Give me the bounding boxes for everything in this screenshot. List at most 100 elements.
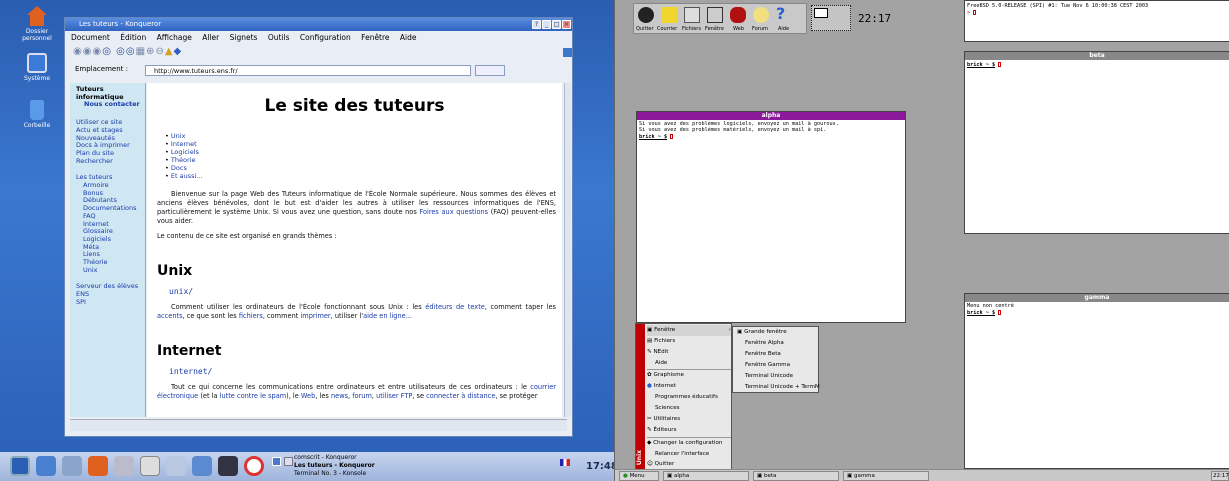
quit-icon[interactable] [638, 7, 654, 23]
submenu-item[interactable]: Fenêtre Beta [745, 349, 781, 360]
forward-icon[interactable]: ◉ [83, 46, 93, 57]
theme-link[interactable]: Théorie [165, 156, 562, 165]
menu-configuration[interactable]: Configuration [300, 33, 351, 42]
menu-item-relancer[interactable]: Relancer l'interface [647, 449, 731, 460]
window-titlebar[interactable]: Les tuteurs - Konqueror [65, 18, 572, 31]
zoom-out-icon[interactable]: ⊖ [155, 46, 164, 57]
menu-item-aide[interactable]: Aide [647, 358, 731, 369]
close-button[interactable]: × [562, 20, 571, 29]
submenu-item[interactable]: Terminal Unicode + TermM [745, 382, 820, 393]
network-icon[interactable] [192, 456, 212, 476]
terminal-icon[interactable] [218, 456, 238, 476]
task-item-active[interactable]: Les tuteurs - Konqueror [294, 462, 494, 470]
menu-signets[interactable]: Signets [230, 33, 258, 42]
help-icon[interactable] [244, 456, 264, 476]
task-gamma[interactable]: ▣ gamma [843, 471, 929, 481]
sidebar-link[interactable]: Rechercher [70, 157, 145, 166]
minimize-button[interactable]: _ [542, 20, 551, 29]
mail-icon[interactable] [166, 456, 186, 476]
pager-window[interactable] [814, 8, 828, 18]
sidebar-link[interactable]: Documentations [70, 204, 145, 213]
link[interactable]: utiliser FTP [376, 392, 412, 400]
lock-icon[interactable]: ▲ [165, 46, 174, 57]
kde-menu-icon[interactable] [10, 456, 30, 476]
desktop-icon-trash[interactable]: Corbeille [12, 100, 62, 129]
menu-outils[interactable]: Outils [268, 33, 290, 42]
submenu-item[interactable]: Fenêtre Alpha [745, 338, 784, 349]
theme-link[interactable]: Docs [165, 164, 562, 173]
files-icon[interactable] [684, 7, 700, 23]
link[interactable]: imprimer [300, 312, 330, 320]
task-item[interactable]: comscrit - Konqueror [294, 454, 494, 462]
reload-icon[interactable]: ◎ [102, 46, 112, 57]
link[interactable]: aide en ligne... [363, 312, 412, 320]
mail-icon[interactable] [661, 7, 677, 23]
theme-link[interactable]: Logiciels [165, 148, 562, 157]
submenu-item[interactable]: ▣ Grande fenêtre [737, 327, 787, 338]
pager-desktop-2[interactable] [284, 457, 293, 466]
news-icon[interactable] [140, 456, 160, 476]
menu-item-nedit[interactable]: ✎ NEdit [647, 347, 731, 358]
theme-link[interactable]: Internet [165, 140, 562, 149]
window-icon[interactable] [707, 7, 723, 23]
link[interactable]: news [331, 392, 348, 400]
sidebar-link[interactable]: Méta [70, 243, 145, 252]
menu-button[interactable]: ● Menu [619, 471, 659, 481]
terminal-gamma[interactable]: gamma Menu non centré brick ~ $ [964, 293, 1229, 469]
menu-item-graphisme[interactable]: ✿ Graphisme [647, 370, 731, 381]
menu-item-fenetre[interactable]: ▣ Fenêtre › [647, 325, 731, 336]
go-button[interactable] [475, 65, 505, 76]
unix-path-link[interactable]: unix/ [169, 287, 562, 296]
url-input[interactable]: http://www.tuteurs.ens.fr/ [145, 65, 471, 76]
terminal-top[interactable]: FreeBSD 5.0-RELEASE (SPI) #1: Tue Nov 6 … [964, 0, 1229, 42]
theme-link[interactable]: Unix [165, 132, 562, 141]
forum-icon[interactable] [753, 7, 769, 23]
browser-icon[interactable] [114, 456, 134, 476]
menu-item-fichiers[interactable]: ▤ Fichiers [647, 336, 731, 347]
menu-document[interactable]: Document [71, 33, 110, 42]
bookmark-icon[interactable]: ◆ [174, 46, 183, 57]
theme-link[interactable]: Et aussi... [165, 172, 562, 181]
menu-edition[interactable]: Édition [120, 33, 146, 42]
window-titlebar[interactable]: beta [965, 52, 1229, 60]
window-titlebar[interactable]: gamma [965, 294, 1229, 302]
menu-item-sciences[interactable]: Sciences [647, 403, 731, 414]
flag-icon[interactable] [560, 459, 570, 466]
maximize-button[interactable]: □ [552, 20, 561, 29]
desktop-icon-home[interactable]: Dossier personnel [12, 6, 62, 42]
sidebar-link[interactable]: Théorie [70, 258, 145, 267]
vertical-scrollbar[interactable] [564, 83, 571, 417]
menu-item-editeurs[interactable]: ✎ Éditeurs [647, 425, 731, 436]
pager[interactable] [811, 5, 851, 31]
task-item[interactable]: Terminal No. 3 - Konsole [294, 470, 494, 478]
link[interactable]: forum [352, 392, 372, 400]
link[interactable]: éditeurs de texte [425, 303, 485, 311]
sidebar-contact-link[interactable]: Nous contacter [70, 101, 145, 109]
task-beta[interactable]: ▣ beta [753, 471, 839, 481]
menu-item-quitter[interactable]: ☺ Quitter [647, 459, 731, 470]
up-icon[interactable]: ◉ [92, 46, 102, 57]
menu-affichage[interactable]: Affichage [157, 33, 192, 42]
menu-item-programmes[interactable]: Programmes éducatifs [647, 392, 731, 403]
stop-icon[interactable]: ◎ [116, 46, 126, 57]
faq-link[interactable]: Foires aux questions [419, 208, 488, 216]
pager-desktop-1[interactable] [272, 457, 281, 466]
sidebar-link[interactable]: SPI [70, 298, 145, 307]
menu-fenetre[interactable]: Fenêtre [361, 33, 389, 42]
desktop-icon-system[interactable]: Système [12, 53, 62, 82]
link[interactable]: lutte contre le spam [220, 392, 287, 400]
task-alpha[interactable]: ▣ alpha [663, 471, 749, 481]
menu-item-config[interactable]: ◆ Changer la configuration [647, 438, 731, 449]
web-icon[interactable] [730, 7, 746, 23]
print-icon[interactable]: ▦ [136, 46, 146, 57]
help-icon[interactable]: ? [776, 4, 785, 23]
home-icon[interactable] [88, 456, 108, 476]
link[interactable]: fichiers [239, 312, 263, 320]
sidebar-link[interactable]: Logiciels [70, 235, 145, 244]
window-titlebar[interactable]: alpha [637, 112, 905, 120]
internet-path-link[interactable]: internet/ [169, 367, 562, 376]
menu-item-internet[interactable]: ● Internet [647, 381, 731, 392]
link[interactable]: Web [301, 392, 315, 400]
sidebar-link[interactable]: Armoire [70, 181, 145, 190]
menu-item-utilitaires[interactable]: ✂ Utilitaires [647, 414, 731, 425]
